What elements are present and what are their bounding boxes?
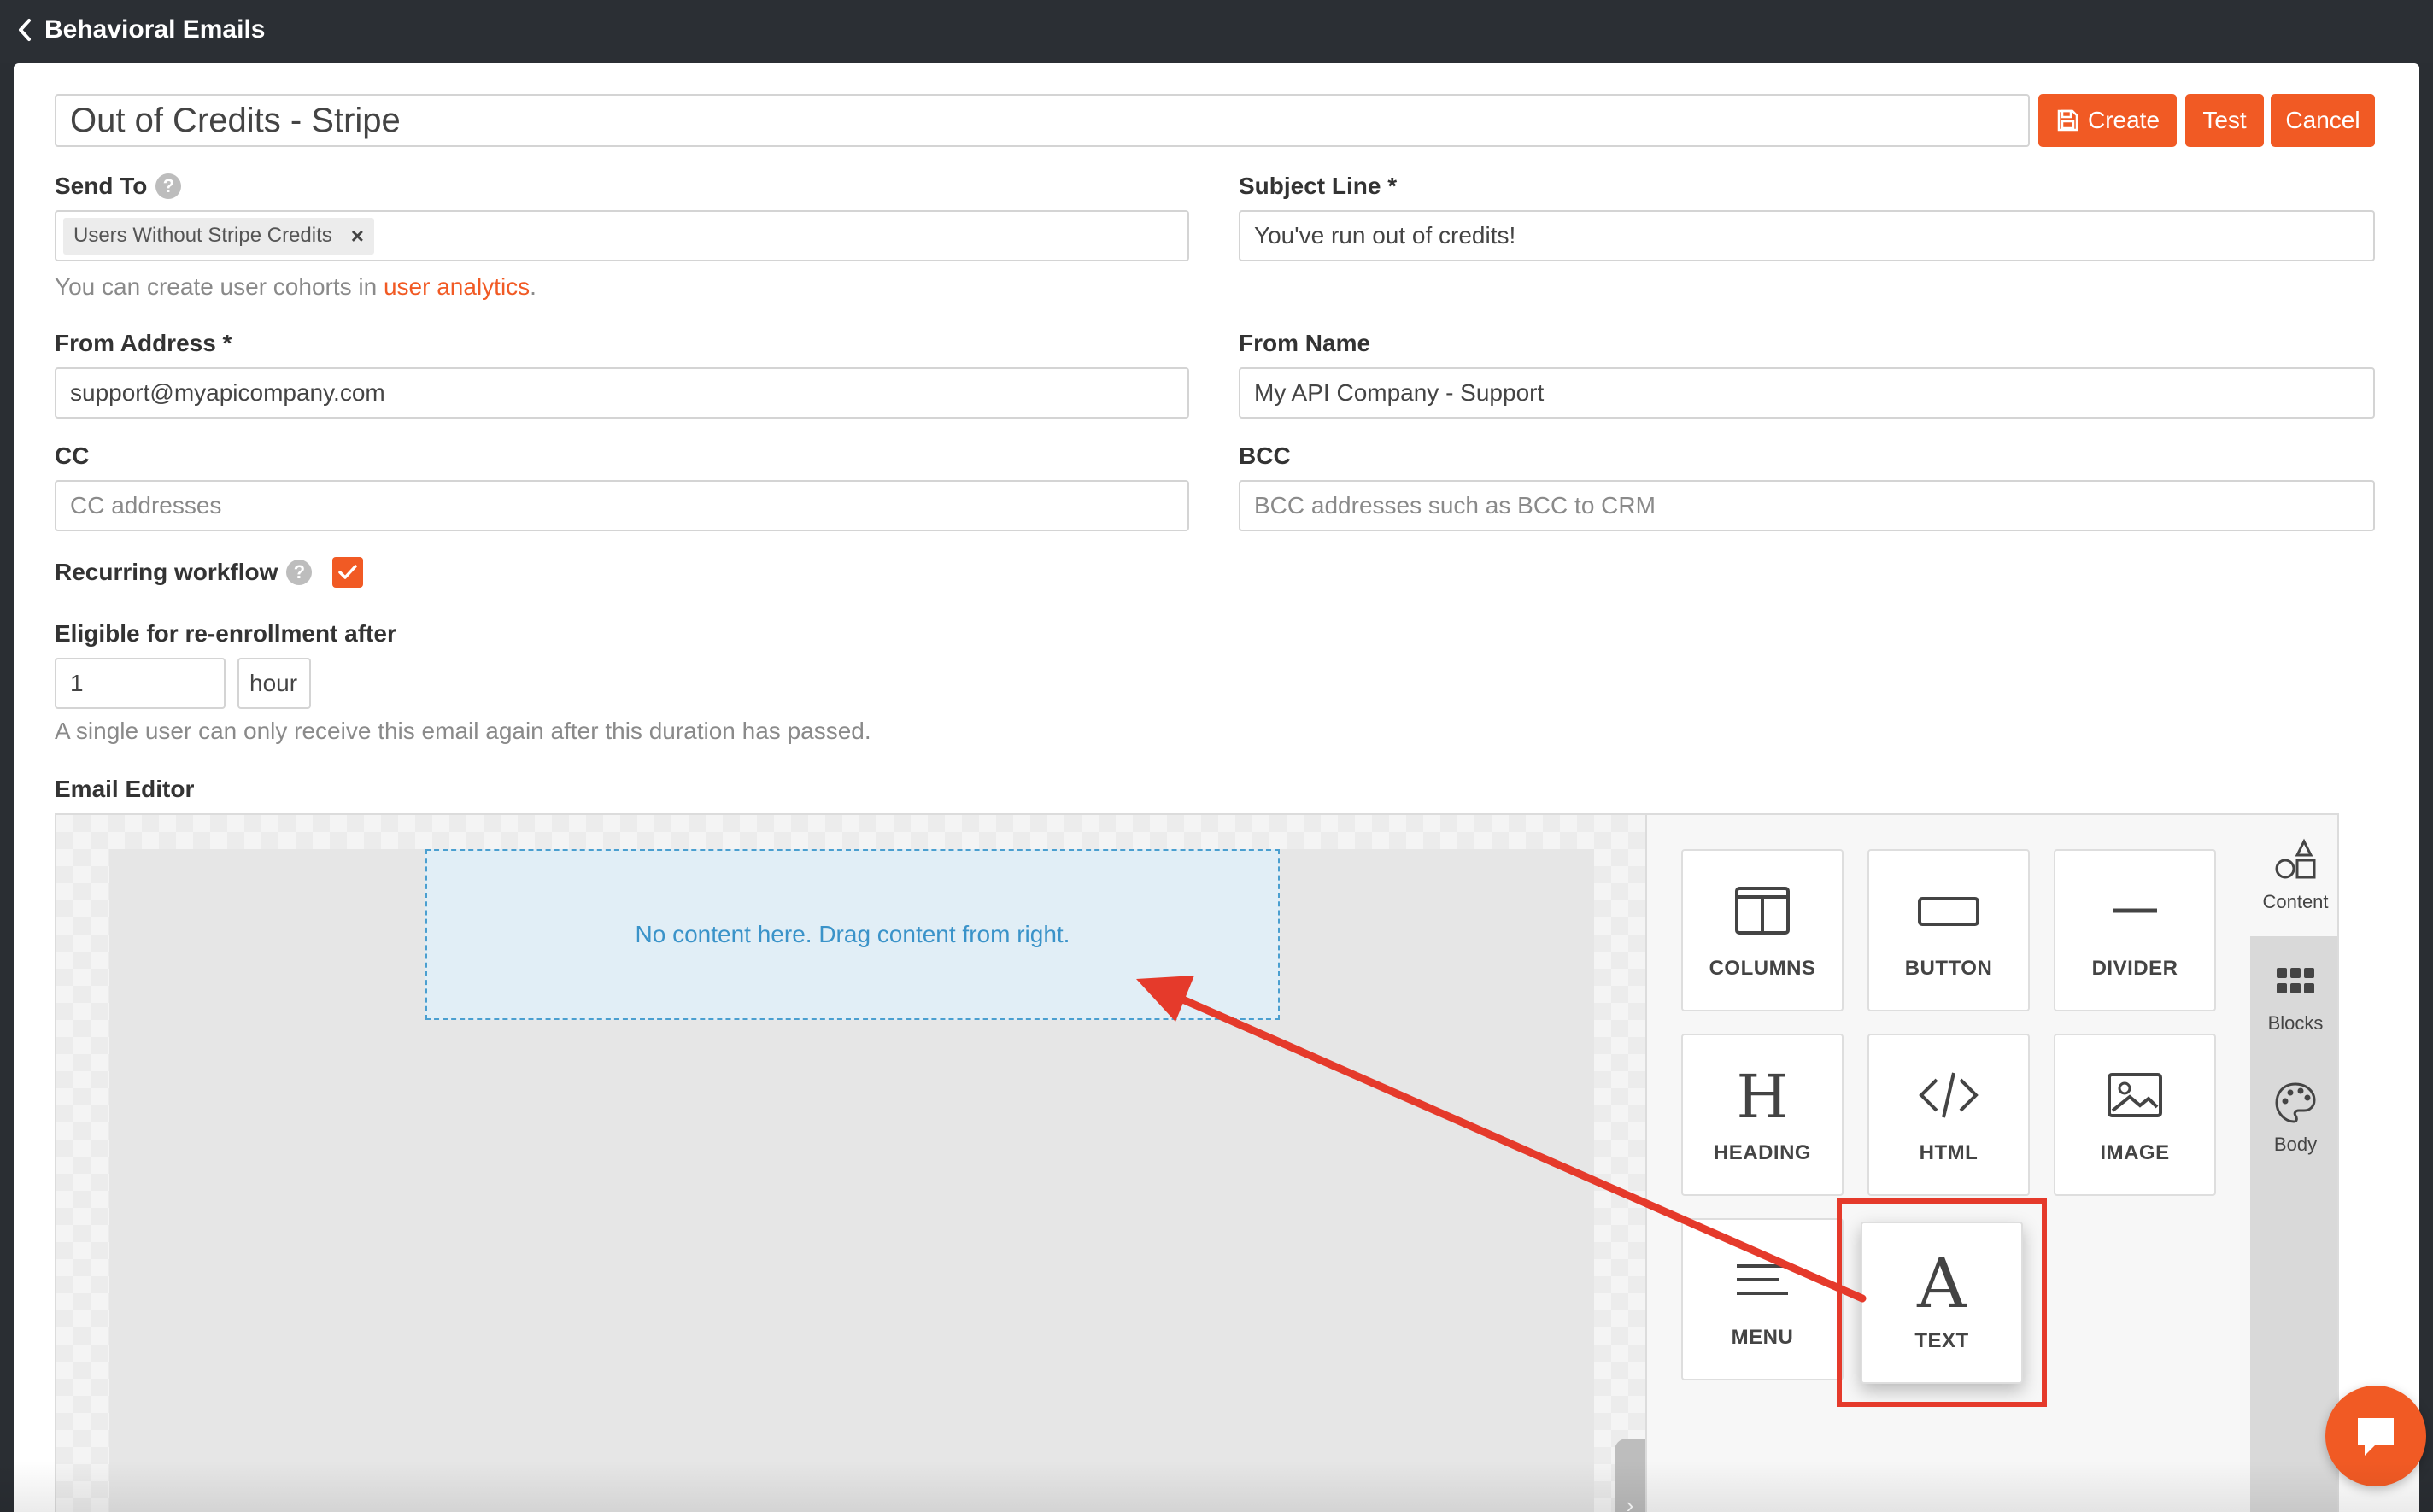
bcc-input[interactable]: BCC addresses such as BCC to CRM: [1239, 480, 2375, 531]
recurring-workflow-label: Recurring workflow ?: [55, 557, 364, 588]
tab-blocks[interactable]: Blocks: [2250, 936, 2337, 1058]
columns-icon: [1735, 887, 1790, 935]
reenrollment-hint: A single user can only receive this emai…: [55, 718, 871, 744]
tool-button-label: BUTTON: [1904, 957, 1993, 980]
svg-text:H: H: [1736, 1064, 1788, 1126]
email-form-panel: Out of Credits - Stripe Create Test Canc…: [14, 63, 2419, 1512]
recurring-workflow-checkbox[interactable]: [332, 557, 364, 588]
from-address-input[interactable]: support@myapicompany.com: [55, 367, 1189, 419]
tool-divider[interactable]: DIVIDER: [2054, 849, 2216, 1011]
grid-icon: [2277, 968, 2314, 993]
reenrollment-unit-select[interactable]: hour: [237, 658, 311, 709]
help-icon[interactable]: ?: [286, 560, 313, 585]
top-bar: Behavioral Emails: [0, 0, 2433, 63]
chevron-left-icon: [19, 19, 31, 41]
tool-menu-label: MENU: [1731, 1326, 1794, 1349]
tool-html[interactable]: HTML: [1867, 1034, 2030, 1196]
divider-icon: [2113, 908, 2157, 913]
remove-tag-icon[interactable]: ×: [351, 223, 364, 249]
recurring-workflow-label-text: Recurring workflow: [55, 559, 278, 585]
cc-input[interactable]: CC addresses: [55, 480, 1189, 531]
email-editor-label: Email Editor: [55, 776, 195, 802]
send-to-hint: You can create user cohorts in user anal…: [55, 273, 536, 301]
editor-canvas: No content here. Drag content from right…: [56, 815, 1645, 1512]
test-button[interactable]: Test: [2185, 94, 2264, 147]
image-icon: [2108, 1073, 2162, 1117]
tab-blocks-label: Blocks: [2267, 1012, 2324, 1034]
send-to-field[interactable]: Users Without Stripe Credits ×: [55, 210, 1189, 261]
save-icon: [2057, 109, 2078, 132]
cancel-button[interactable]: Cancel: [2271, 94, 2375, 147]
send-to-label-text: Send To: [55, 173, 148, 199]
send-to-hint-suffix: .: [530, 273, 536, 300]
menu-icon: [1737, 1264, 1788, 1295]
reenrollment-label: Eligible for re-enrollment after: [55, 620, 396, 647]
tool-columns-label: COLUMNS: [1709, 957, 1816, 980]
chevron-right-icon: ›: [1626, 1492, 1634, 1512]
chat-widget-button[interactable]: [2325, 1386, 2426, 1486]
reenrollment-value-input[interactable]: 1: [55, 658, 226, 709]
bcc-label: BCC: [1239, 442, 1291, 469]
cc-label: CC: [55, 442, 90, 469]
tool-divider-label: DIVIDER: [2091, 957, 2178, 980]
help-icon[interactable]: ?: [155, 173, 182, 199]
checkmark-icon: [338, 565, 358, 579]
chat-bubble-icon: [2358, 1418, 2394, 1456]
create-button-label: Create: [2087, 107, 2160, 133]
email-editor: No content here. Drag content from right…: [55, 813, 2339, 1512]
tool-html-label: HTML: [1919, 1141, 1979, 1164]
subject-label: Subject Line *: [1239, 173, 1398, 199]
from-address-label: From Address *: [55, 330, 232, 356]
create-button[interactable]: Create: [2038, 94, 2177, 147]
palette-icon: [2275, 1082, 2316, 1123]
tool-image-label: IMAGE: [2100, 1141, 2170, 1164]
tool-menu[interactable]: MENU: [1681, 1218, 1844, 1380]
content-tools-panel: COLUMNS BUTTON DIVIDER H HEADING HTML IM…: [1645, 815, 2250, 1512]
send-to-label: Send To ?: [55, 173, 182, 200]
editor-side-tabs: Content Blocks Body: [2250, 815, 2337, 1512]
code-icon: [1919, 1072, 1979, 1118]
tab-body[interactable]: Body: [2250, 1058, 2337, 1179]
subject-input[interactable]: You've run out of credits!: [1239, 210, 2375, 261]
from-name-input[interactable]: My API Company - Support: [1239, 367, 2375, 419]
tool-heading-label: HEADING: [1713, 1141, 1812, 1164]
back-link-label: Behavioral Emails: [44, 15, 266, 44]
panel-toggle[interactable]: ›: [1615, 1439, 1645, 1512]
send-to-hint-prefix: You can create user cohorts in: [55, 273, 384, 300]
cohort-tag: Users Without Stripe Credits ×: [63, 217, 374, 255]
from-name-label: From Name: [1239, 330, 1371, 356]
content-dropzone[interactable]: No content here. Drag content from right…: [425, 849, 1280, 1020]
shapes-icon: [2275, 838, 2316, 879]
tab-content-label: Content: [2262, 891, 2329, 912]
button-icon: [1918, 897, 1979, 926]
tool-heading[interactable]: H HEADING: [1681, 1034, 1844, 1196]
tab-body-label: Body: [2273, 1134, 2318, 1155]
tool-image[interactable]: IMAGE: [2054, 1034, 2216, 1196]
back-link[interactable]: Behavioral Emails: [15, 15, 265, 44]
tool-button[interactable]: BUTTON: [1867, 849, 2030, 1011]
user-analytics-link[interactable]: user analytics: [384, 273, 530, 300]
annotation-highlight-box: [1837, 1198, 2047, 1407]
email-title-input[interactable]: Out of Credits - Stripe: [55, 94, 2030, 147]
heading-icon: H: [1736, 1064, 1788, 1126]
tool-columns[interactable]: COLUMNS: [1681, 849, 1844, 1011]
tab-content[interactable]: Content: [2250, 815, 2337, 936]
cohort-tag-label: Users Without Stripe Credits: [73, 224, 332, 247]
